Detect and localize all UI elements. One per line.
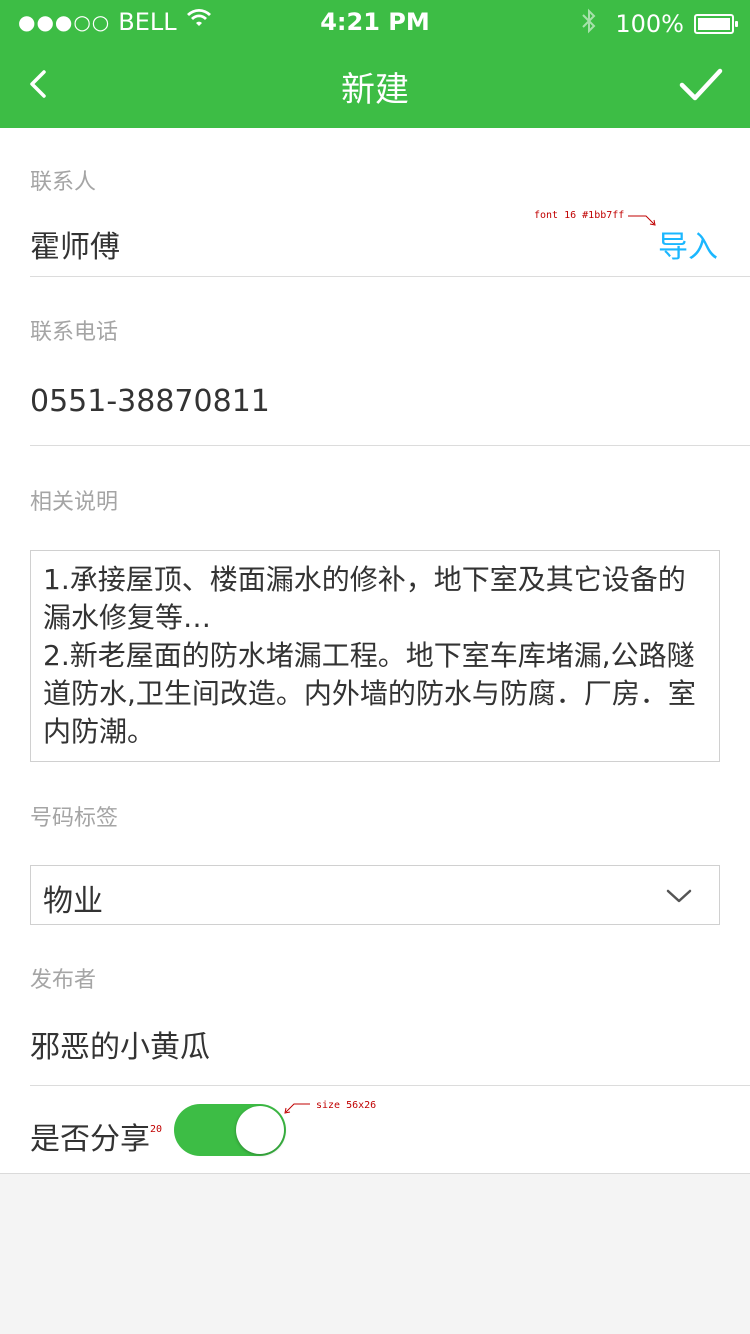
contact-name-field[interactable]: 霍师傅 bbox=[30, 222, 120, 266]
tag-selected-value: 物业 bbox=[43, 884, 103, 919]
toggle-knob bbox=[236, 1106, 284, 1154]
back-button[interactable] bbox=[22, 64, 62, 104]
divider bbox=[30, 445, 750, 446]
publisher-field[interactable]: 邪恶的小黄瓜 bbox=[30, 1022, 210, 1066]
header: ●●●○○ BELL 4:21 PM 100% 新建 bbox=[0, 0, 750, 128]
annotation-arrow-icon bbox=[284, 1103, 310, 1114]
description-label: 相关说明 bbox=[30, 490, 119, 515]
tag-select[interactable]: 物业 bbox=[30, 865, 720, 925]
divider bbox=[30, 1085, 750, 1086]
toggle-size-annotation-note: size 56x26 bbox=[316, 1100, 377, 1111]
battery-percent: 100% bbox=[615, 10, 684, 38]
divider bbox=[30, 276, 750, 277]
share-label: 是否分享 bbox=[30, 1122, 150, 1157]
status-bar: ●●●○○ BELL 4:21 PM 100% bbox=[0, 0, 750, 44]
share-toggle[interactable] bbox=[174, 1104, 286, 1156]
chevron-down-icon bbox=[666, 889, 692, 903]
tag-label: 号码标签 bbox=[30, 806, 119, 831]
import-annotation-note: font 16 #1bb7ff bbox=[534, 210, 625, 221]
import-contact-link[interactable]: 导入 bbox=[658, 222, 718, 266]
gap-annotation-note: 20 bbox=[150, 1124, 163, 1135]
form-content: 联系人 font 16 #1bb7ff 霍师傅 导入 联系电话 0551-388… bbox=[0, 128, 750, 1174]
annotation-arrow-icon bbox=[628, 215, 656, 226]
page-title: 新建 bbox=[341, 70, 409, 110]
description-textarea[interactable]: 1.承接屋顶、楼面漏水的修补，地下室及其它设备的漏水修复等… 2.新老屋面的防水… bbox=[30, 550, 720, 762]
phone-label: 联系电话 bbox=[30, 320, 119, 345]
contact-label: 联系人 bbox=[30, 170, 97, 195]
status-right: 100% bbox=[581, 8, 738, 40]
battery-icon bbox=[694, 14, 738, 34]
description-line-2: 2.新老屋面的防水堵漏工程。地下室车库堵漏,公路隧道防水,卫生间改造。内外墙的防… bbox=[43, 639, 696, 748]
confirm-button[interactable] bbox=[678, 62, 724, 108]
back-chevron-icon bbox=[30, 70, 46, 98]
bluetooth-icon bbox=[581, 8, 597, 40]
publisher-label: 发布者 bbox=[30, 968, 97, 993]
description-line-1: 1.承接屋顶、楼面漏水的修补，地下室及其它设备的漏水修复等… bbox=[43, 563, 686, 634]
checkmark-icon bbox=[679, 68, 723, 101]
phone-field[interactable]: 0551-38870811 bbox=[30, 384, 270, 419]
navigation-bar: 新建 bbox=[0, 44, 750, 128]
